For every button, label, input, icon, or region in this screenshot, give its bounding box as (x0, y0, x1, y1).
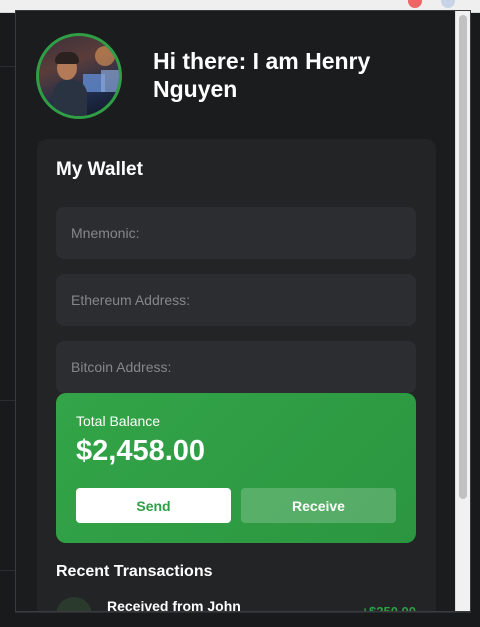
wallet-card: My Wallet Total Balance $2,458.00 Send R… (37, 139, 436, 612)
receive-button[interactable]: Receive (241, 488, 396, 523)
bitcoin-address-field[interactable] (56, 341, 416, 393)
avatar-monitor (101, 70, 119, 92)
balance-card: Total Balance $2,458.00 Send Receive (56, 393, 416, 543)
background-divider (0, 66, 15, 67)
recent-transactions-title: Recent Transactions (56, 563, 213, 580)
wallet-title: My Wallet (56, 159, 143, 180)
background-divider (15, 612, 471, 613)
mnemonic-field[interactable] (56, 207, 416, 259)
balance-label: Total Balance (76, 413, 161, 429)
avatar-person (53, 80, 87, 116)
avatar (36, 33, 122, 119)
extension-icon-active[interactable] (441, 0, 455, 8)
greeting-title: Hi there: I am Henry Nguyen (153, 48, 371, 102)
transaction-amount: +$250.00 (361, 604, 416, 612)
transaction-icon (56, 597, 92, 611)
wallet-popup: Hi there: I am Henry Nguyen My Wallet To… (15, 10, 471, 612)
ethereum-address-field[interactable] (56, 274, 416, 326)
avatar-lamp (95, 46, 115, 66)
balance-amount: $2,458.00 (76, 435, 206, 467)
transaction-label: Received from John (107, 598, 241, 612)
avatar-hair (55, 52, 79, 64)
background-divider (0, 400, 15, 401)
scrollbar[interactable] (455, 11, 470, 611)
scrollbar-thumb[interactable] (459, 15, 467, 499)
send-button[interactable]: Send (76, 488, 231, 523)
transaction-row[interactable]: Received from John +$250.00 (56, 593, 416, 612)
background-divider (0, 570, 15, 571)
extension-icon[interactable] (408, 0, 422, 8)
